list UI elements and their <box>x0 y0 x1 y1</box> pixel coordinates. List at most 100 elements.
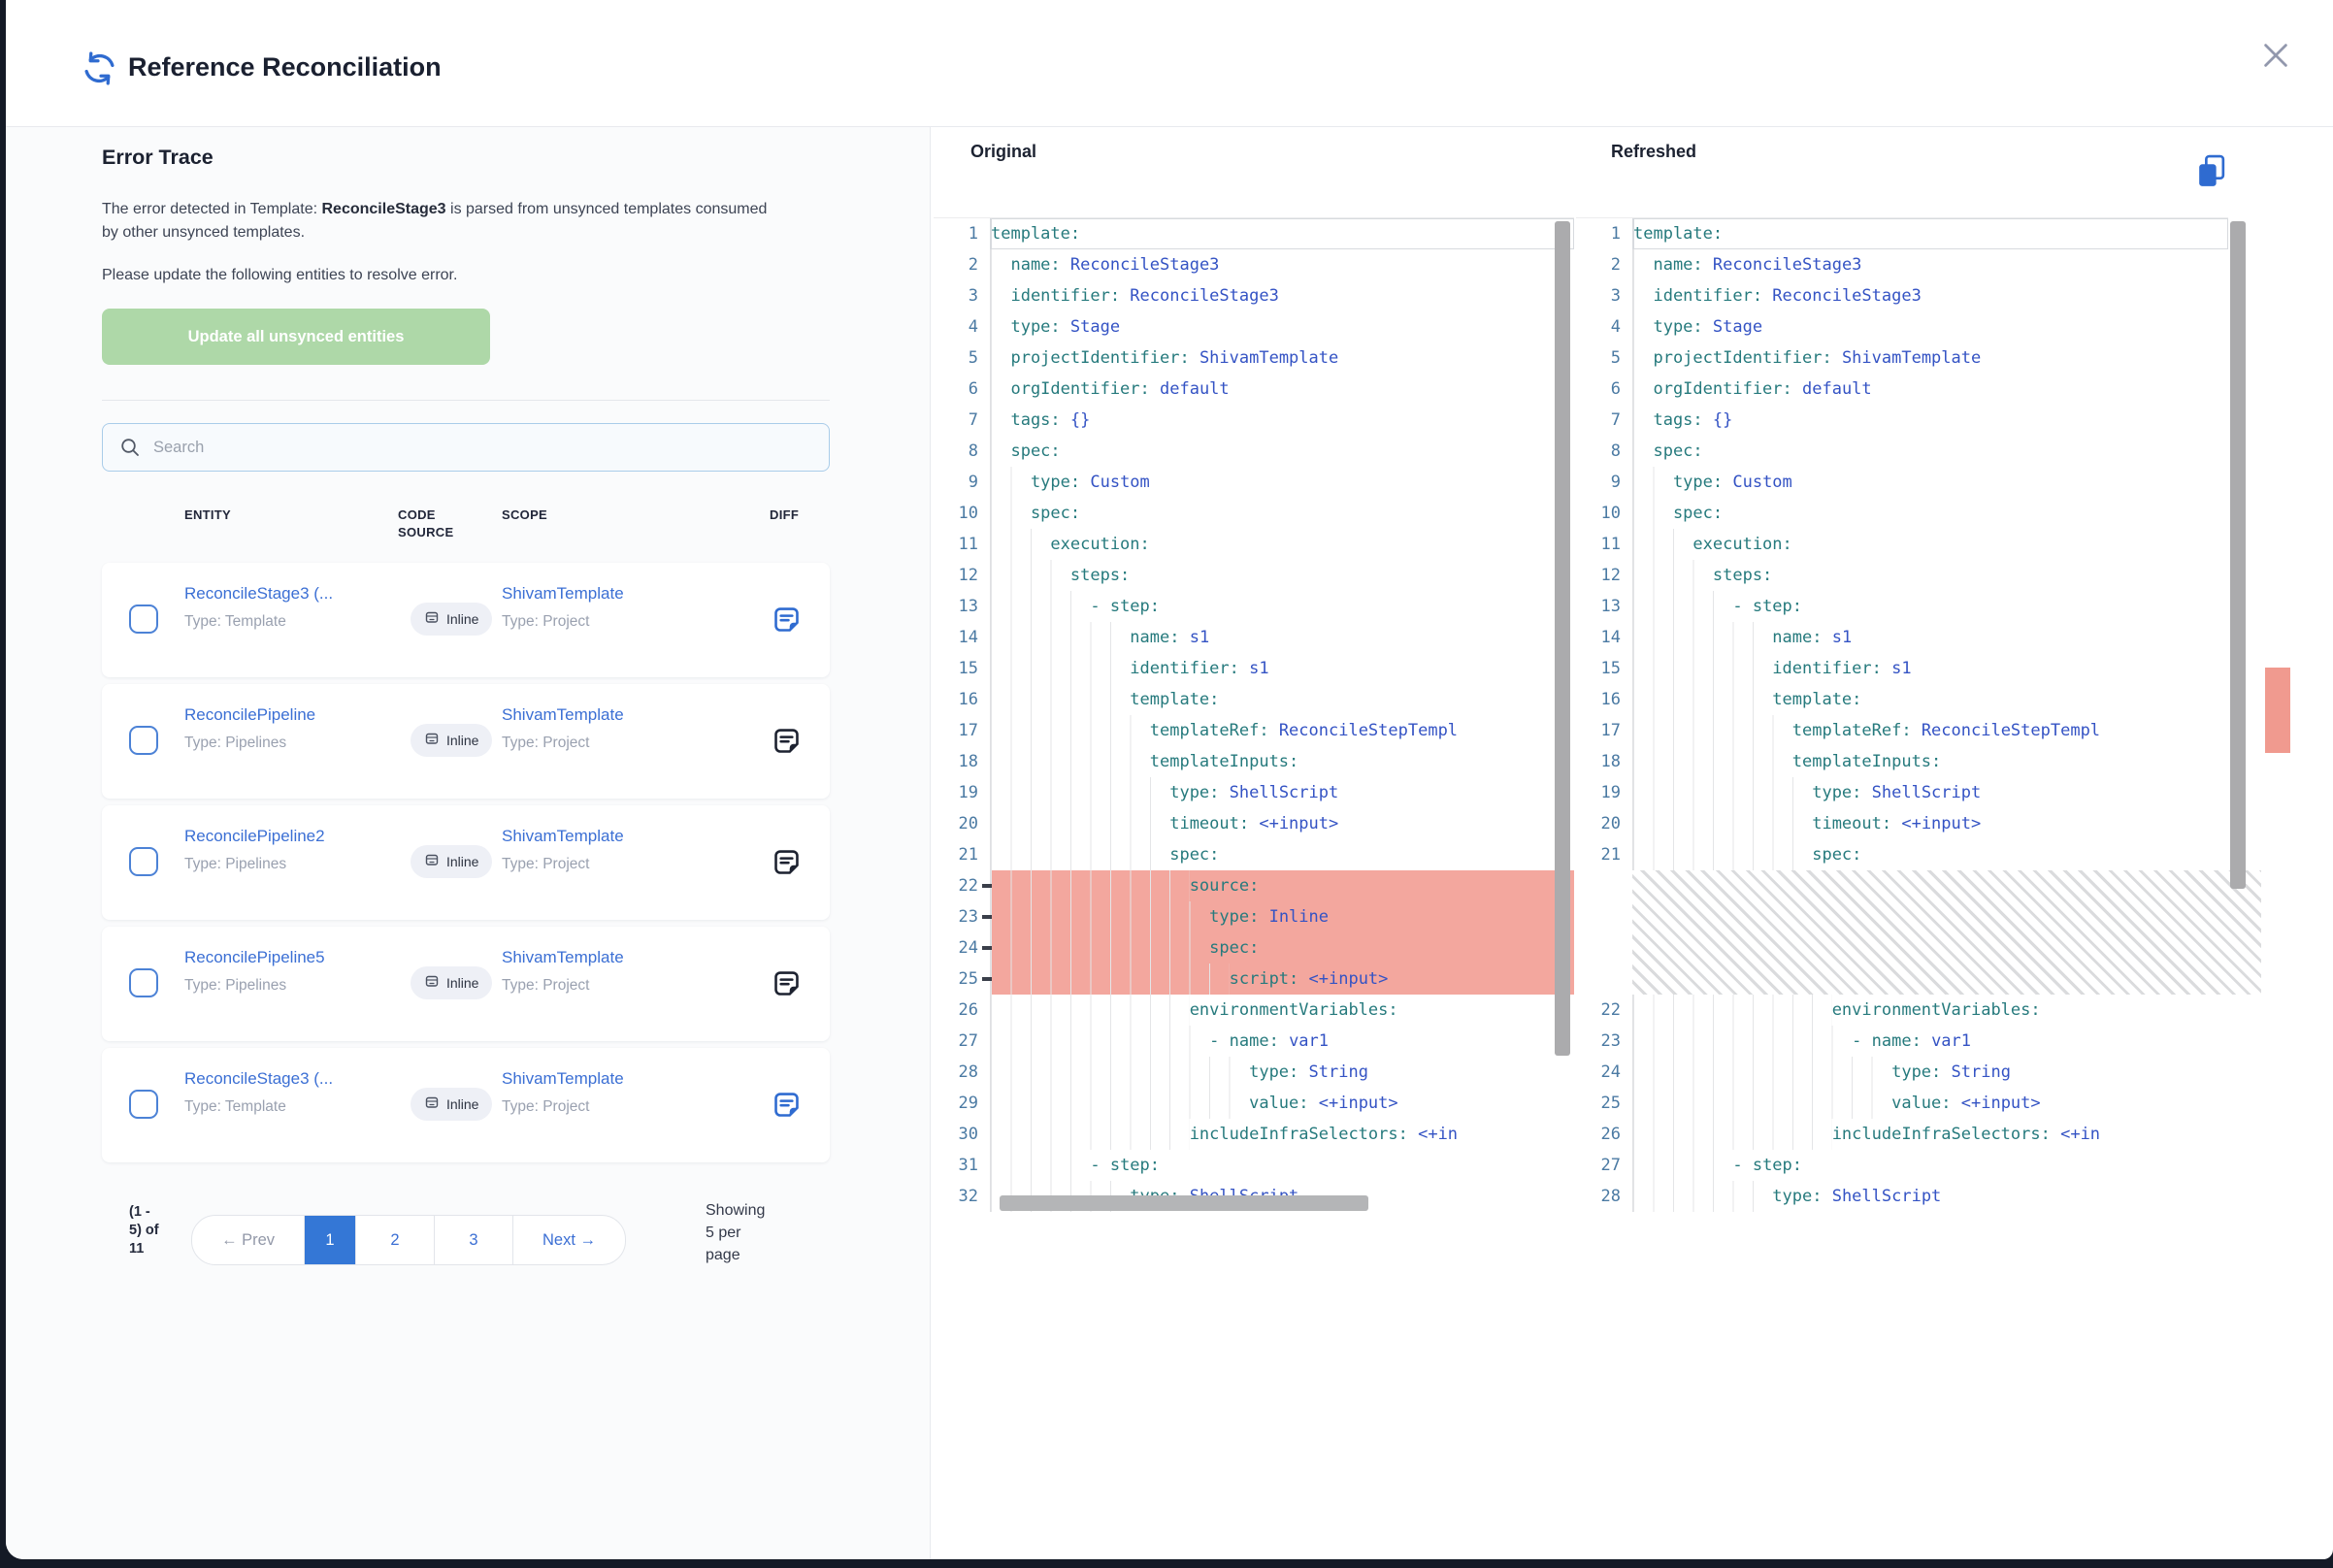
entity-link[interactable]: ReconcilePipeline2 <box>184 827 325 846</box>
entity-link[interactable]: ReconcileStage3 (... <box>184 1069 333 1089</box>
scope-link[interactable]: ShivamTemplate <box>502 705 624 725</box>
line-number: 12 <box>1576 560 1632 591</box>
scope-link[interactable]: ShivamTemplate <box>502 948 624 967</box>
yaml-key: steps: <box>1070 566 1130 585</box>
prev-page-button[interactable]: ← Prev <box>192 1216 304 1264</box>
column-header-entity: ENTITY <box>184 506 231 524</box>
code-source-label: Inline <box>446 854 478 869</box>
yaml-line: 15identifier: s1 <box>1576 653 2228 684</box>
scope-type: Type: Project <box>502 735 589 752</box>
yaml-value: ReconcileStage3 <box>1061 255 1220 275</box>
yaml-line: 19type: ShellScript <box>934 777 1574 808</box>
diff-icon[interactable] <box>772 726 802 756</box>
yaml-line: 5projectIdentifier: ShivamTemplate <box>1576 343 2228 374</box>
table-row[interactable]: ReconcilePipeline5Type: PipelinesInlineS… <box>102 927 830 1041</box>
line-number: 7 <box>934 405 990 436</box>
line-content: environmentVariables: <box>1632 995 2228 1026</box>
line-number: 19 <box>1576 777 1632 808</box>
yaml-line: 22source: <box>934 870 1574 901</box>
yaml-line: 10spec: <box>934 498 1574 529</box>
pagination-range: (1 - 5) of 11 <box>129 1203 159 1258</box>
yaml-line: 16template: <box>934 684 1574 715</box>
refreshed-vertical-scrollbar[interactable] <box>2230 221 2246 889</box>
original-vertical-scrollbar[interactable] <box>1555 221 1570 1056</box>
removed-line-tick <box>982 977 992 981</box>
yaml-line: 5projectIdentifier: ShivamTemplate <box>934 343 1574 374</box>
row-checkbox[interactable] <box>129 847 158 876</box>
table-row[interactable]: ReconcileStage3 (...Type: TemplateInline… <box>102 563 830 677</box>
original-horizontal-scrollbar[interactable] <box>1000 1195 1368 1211</box>
yaml-line: 22environmentVariables: <box>1576 995 2228 1026</box>
line-content: template: <box>1632 684 2228 715</box>
entity-link[interactable]: ReconcilePipeline <box>184 705 315 725</box>
scope-link[interactable]: ShivamTemplate <box>502 1069 624 1089</box>
yaml-line: 25value: <+input> <box>1576 1088 2228 1119</box>
yaml-key: identifier: <box>1010 286 1120 306</box>
table-row[interactable]: ReconcilePipelineType: PipelinesInlineSh… <box>102 684 830 799</box>
page-button-1[interactable]: 1 <box>304 1216 355 1264</box>
search-box <box>102 423 830 472</box>
yaml-key: spec: <box>1812 845 1861 865</box>
line-content: templateRef: ReconcileStepTempl <box>1632 715 2228 746</box>
search-input[interactable] <box>151 438 829 458</box>
yaml-value: Stage <box>1061 317 1120 337</box>
yaml-key: templateInputs: <box>1150 752 1299 771</box>
yaml-key: value: <box>1249 1094 1308 1113</box>
line-content: tags: {} <box>1632 405 2228 436</box>
inline-icon <box>424 609 440 630</box>
row-checkbox[interactable] <box>129 1090 158 1119</box>
next-page-button[interactable]: Next → <box>512 1216 625 1264</box>
showing-line2: 5 per <box>706 1222 822 1244</box>
line-content: execution: <box>1632 529 2228 560</box>
table-row[interactable]: ReconcilePipeline2Type: PipelinesInlineS… <box>102 805 830 920</box>
close-icon[interactable] <box>2261 41 2290 70</box>
diff-icon[interactable] <box>772 847 802 877</box>
yaml-line: 4type: Stage <box>934 311 1574 343</box>
scope-link[interactable]: ShivamTemplate <box>502 827 624 846</box>
row-checkbox[interactable] <box>129 968 158 997</box>
entity-link[interactable]: ReconcileStage3 (... <box>184 584 333 604</box>
yaml-key: name: <box>1130 628 1179 647</box>
line-number: 29 <box>934 1088 990 1119</box>
yaml-line: 17templateRef: ReconcileStepTempl <box>1576 715 2228 746</box>
entity-link[interactable]: ReconcilePipeline5 <box>184 948 325 967</box>
yaml-value: Inline <box>1259 907 1329 927</box>
page-button-3[interactable]: 3 <box>434 1216 512 1264</box>
scope-link[interactable]: ShivamTemplate <box>502 584 624 604</box>
line-number: 28 <box>934 1057 990 1088</box>
yaml-value: {} <box>1703 410 1733 430</box>
copy-icon[interactable] <box>2195 153 2227 189</box>
yaml-line: 3identifier: ReconcileStage3 <box>934 280 1574 311</box>
page-button-2[interactable]: 2 <box>355 1216 434 1264</box>
yaml-line: 6orgIdentifier: default <box>1576 374 2228 405</box>
yaml-value: ShivamTemplate <box>1190 348 1339 368</box>
yaml-line: 8spec: <box>1576 436 2228 467</box>
diff-icon[interactable] <box>772 604 802 635</box>
yaml-key: orgIdentifier: <box>1653 379 1791 399</box>
table-row[interactable]: ReconcileStage3 (...Type: TemplateInline… <box>102 1048 830 1162</box>
code-source-badge: Inline <box>411 724 492 757</box>
line-number: 24 <box>934 932 990 964</box>
yaml-dash: - <box>1732 597 1752 616</box>
line-number: 24 <box>1576 1057 1632 1088</box>
yaml-key: orgIdentifier: <box>1010 379 1149 399</box>
yaml-key: spec: <box>1031 504 1080 523</box>
line-content: steps: <box>990 560 1574 591</box>
update-all-unsynced-entities-button[interactable]: Update all unsynced entities <box>102 309 490 365</box>
line-content: orgIdentifier: default <box>990 374 1574 405</box>
line-number: 14 <box>934 622 990 653</box>
yaml-key: script: <box>1230 969 1299 989</box>
code-source-badge: Inline <box>411 1088 492 1121</box>
pagination-range-line1: (1 - <box>129 1203 159 1222</box>
row-checkbox[interactable] <box>129 726 158 755</box>
screen: Reference Reconciliation Error Trace The… <box>0 0 2333 1568</box>
yaml-key: tags: <box>1653 410 1702 430</box>
yaml-value: ReconcileStepTempl <box>1912 721 2100 740</box>
line-content: - name: var1 <box>1632 1026 2228 1057</box>
row-checkbox[interactable] <box>129 604 158 634</box>
yaml-key: environmentVariables: <box>1190 1000 1398 1020</box>
diff-icon[interactable] <box>772 968 802 998</box>
diff-icon[interactable] <box>772 1090 802 1120</box>
yaml-key: timeout: <box>1169 814 1249 833</box>
yaml-value: ReconcileStage3 <box>1762 286 1922 306</box>
